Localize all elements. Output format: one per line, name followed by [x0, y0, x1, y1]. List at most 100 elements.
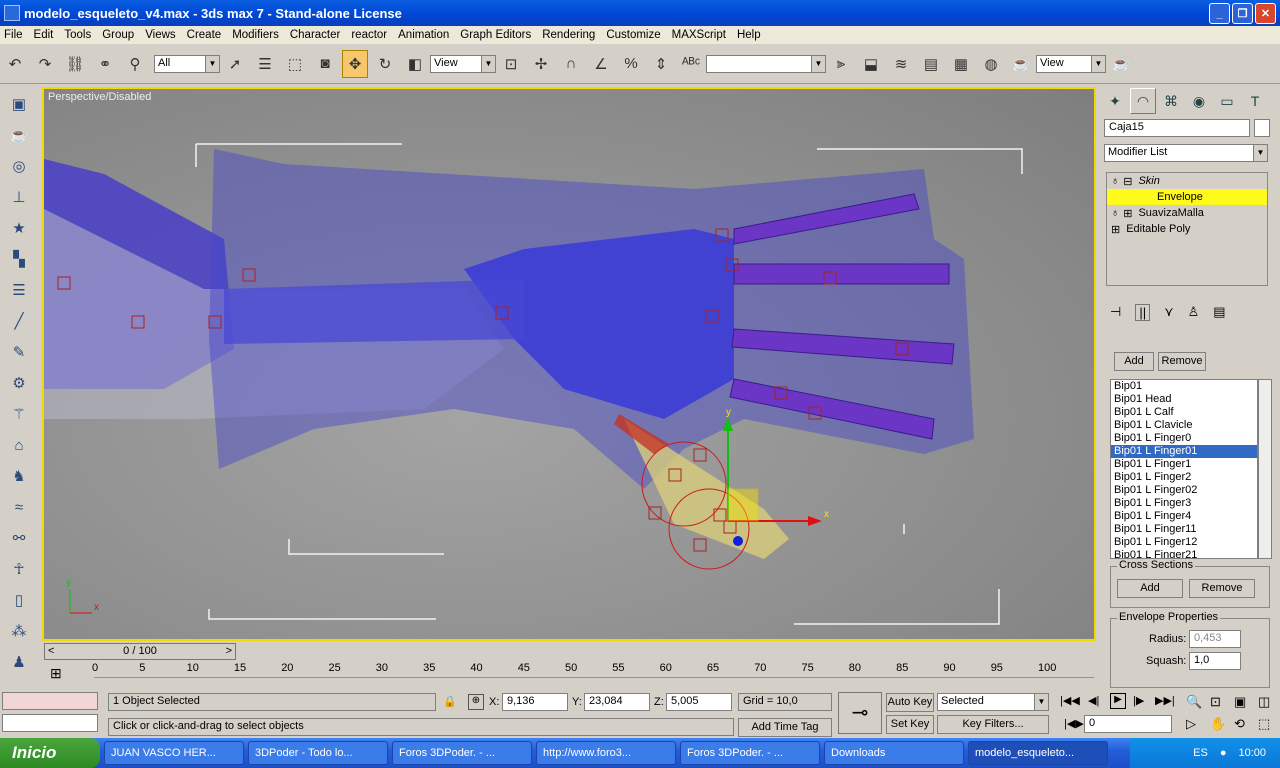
- key-filters-button[interactable]: Key Filters...: [937, 715, 1049, 734]
- close-button[interactable]: ✕: [1255, 3, 1276, 24]
- select-by-name-icon[interactable]: ☰: [252, 50, 278, 78]
- arc-rotate-icon[interactable]: ⟲: [1234, 716, 1245, 732]
- unlink-icon[interactable]: ⚭: [92, 50, 118, 78]
- menu-modifiers[interactable]: Modifiers: [232, 29, 279, 41]
- bone-list-item[interactable]: Bip01 L Clavicle: [1111, 419, 1257, 432]
- bones-icon[interactable]: ⚚: [6, 401, 32, 427]
- previous-frame-icon[interactable]: ◀|: [1088, 694, 1099, 707]
- auto-key-button[interactable]: Auto Key: [886, 693, 934, 712]
- bone-list-item[interactable]: Bip01 L Finger11: [1111, 523, 1257, 536]
- bone-list-item[interactable]: Bip01 L Finger21: [1111, 549, 1257, 558]
- squash-field[interactable]: 1,0: [1189, 652, 1241, 670]
- wrench-icon[interactable]: ✎: [6, 339, 32, 365]
- named-selection-sets-dropdown[interactable]: ▼: [706, 54, 826, 73]
- perspective-viewport[interactable]: Perspective/Disabled y x y x: [42, 87, 1096, 641]
- box-icon[interactable]: ▣: [6, 91, 32, 117]
- minimize-button[interactable]: _: [1209, 3, 1230, 24]
- start-button[interactable]: Inicio: [0, 738, 100, 768]
- menu-views[interactable]: Views: [145, 29, 175, 41]
- stack-item-editable-poly[interactable]: ⊞ Editable Poly: [1107, 221, 1267, 237]
- bone-list-item[interactable]: Bip01 L Finger12: [1111, 536, 1257, 549]
- bone-list-item[interactable]: Bip01 L Finger01: [1111, 445, 1257, 458]
- menu-animation[interactable]: Animation: [398, 29, 449, 41]
- menu-graph-editors[interactable]: Graph Editors: [460, 29, 531, 41]
- expand-icon[interactable]: ⊞: [1111, 223, 1120, 236]
- add-bone-button[interactable]: Add: [1114, 352, 1154, 371]
- make-unique-icon[interactable]: ⋎: [1164, 304, 1174, 321]
- window-crossing-icon[interactable]: ◙: [312, 50, 338, 78]
- select-object-icon[interactable]: ➚: [222, 50, 248, 78]
- bone-list-item[interactable]: Bip01 L Finger2: [1111, 471, 1257, 484]
- percent-snap-icon[interactable]: %: [618, 50, 644, 78]
- bone-list-item[interactable]: Bip01 L Finger02: [1111, 484, 1257, 497]
- figure-icon[interactable]: ♞: [6, 463, 32, 489]
- task-downloads[interactable]: Downloads: [824, 741, 964, 765]
- language-indicator[interactable]: ES: [1193, 747, 1208, 759]
- biped-icon[interactable]: ☥: [6, 556, 32, 582]
- coil-icon[interactable]: ☰: [6, 277, 32, 303]
- render-scene-icon[interactable]: ☕: [1008, 50, 1034, 78]
- selection-filter-dropdown[interactable]: All ▼: [154, 54, 220, 73]
- maxscript-listener-pink[interactable]: [2, 692, 98, 710]
- reference-coordinate-dropdown[interactable]: View ▼: [430, 54, 496, 73]
- mirror-icon[interactable]: ⫸: [828, 50, 854, 78]
- align-icon[interactable]: ⬓: [858, 50, 884, 78]
- task-juan-vasco[interactable]: JUAN VASCO HER...: [104, 741, 244, 765]
- wave-icon[interactable]: ≈: [6, 494, 32, 520]
- maximize-button[interactable]: ❐: [1232, 3, 1253, 24]
- key-mode-toggle-icon[interactable]: |◀▶: [1064, 717, 1084, 730]
- redo-icon[interactable]: ↷: [32, 50, 58, 78]
- angle-snap-icon[interactable]: ∠: [588, 50, 614, 78]
- link-icon[interactable]: ⛓: [62, 50, 88, 78]
- edit-named-selection-icon[interactable]: ᴬᴮᶜ: [678, 50, 704, 78]
- menu-group[interactable]: Group: [102, 29, 134, 41]
- set-key-button[interactable]: Set Key: [886, 715, 934, 734]
- person-icon[interactable]: ♟: [6, 649, 32, 675]
- bone-list-item[interactable]: Bip01 Head: [1111, 393, 1257, 406]
- stack-item-envelope[interactable]: Envelope: [1107, 189, 1267, 205]
- time-slider[interactable]: < 0 / 100 >: [44, 643, 236, 660]
- menu-help[interactable]: Help: [737, 29, 761, 41]
- menu-reactor[interactable]: reactor: [351, 29, 387, 41]
- bone-list-item[interactable]: Bip01 L Finger4: [1111, 510, 1257, 523]
- select-and-scale-icon[interactable]: ◧: [402, 50, 428, 78]
- material-editor-icon[interactable]: ◍: [978, 50, 1004, 78]
- bind-space-warp-icon[interactable]: ⚲: [122, 50, 148, 78]
- y-coordinate-field[interactable]: 23,084: [584, 693, 650, 711]
- key-icon[interactable]: ⊸: [838, 692, 882, 734]
- manipulate-icon[interactable]: ✢: [528, 50, 554, 78]
- particle-icon[interactable]: ⁂: [6, 618, 32, 644]
- hierarchy-tab-icon[interactable]: ⌘: [1158, 88, 1184, 114]
- stack-item-suavizamalla[interactable]: ♁ ⊞ SuavizaMalla: [1107, 205, 1267, 221]
- create-tab-icon[interactable]: ✦: [1102, 88, 1128, 114]
- menu-file[interactable]: File: [4, 29, 23, 41]
- zoom-all-icon[interactable]: ⊡: [1210, 694, 1221, 710]
- add-time-tag-button[interactable]: Add Time Tag: [738, 718, 832, 737]
- lightbulb-icon[interactable]: ♁: [1111, 207, 1119, 219]
- absolute-mode-icon[interactable]: ⊕: [468, 694, 484, 710]
- motion-tab-icon[interactable]: ◉: [1186, 88, 1212, 114]
- star-icon[interactable]: ★: [6, 215, 32, 241]
- object-color-swatch[interactable]: [1254, 119, 1270, 137]
- grid-icon[interactable]: ▚: [6, 246, 32, 272]
- scene-canvas[interactable]: [44, 89, 1094, 639]
- bone-list-scrollbar[interactable]: [1258, 379, 1272, 559]
- chain-icon[interactable]: ⚯: [6, 525, 32, 551]
- pin-stack-icon[interactable]: ⊣: [1110, 304, 1121, 321]
- snap-toggle-icon[interactable]: ∩: [558, 50, 584, 78]
- task-foros-3dpoder-1[interactable]: Foros 3DPoder. - ...: [392, 741, 532, 765]
- teapot-icon[interactable]: ☕: [6, 122, 32, 148]
- z-coordinate-field[interactable]: 5,005: [666, 693, 732, 711]
- select-and-rotate-icon[interactable]: ↻: [372, 50, 398, 78]
- x-coordinate-field[interactable]: 9,136: [502, 693, 568, 711]
- configure-sets-icon[interactable]: ▤: [1213, 304, 1225, 321]
- key-mode-dropdown[interactable]: Selected ▼: [937, 693, 1049, 711]
- show-end-result-icon[interactable]: ||: [1135, 304, 1151, 321]
- track-bar[interactable]: ⊞ 0 5 10 15 20 25 30 35 40 45 50 55 60 65 70 75 80 85 90 95…: [42, 661, 1096, 689]
- gear-icon[interactable]: ⚙: [6, 370, 32, 396]
- bone-list-item[interactable]: Bip01 L Calf: [1111, 406, 1257, 419]
- current-frame-field[interactable]: 0: [1084, 715, 1172, 733]
- bone-list[interactable]: Bip01 Bip01 Head Bip01 L Calf Bip01 L Clavi…: [1110, 379, 1258, 559]
- menu-maxscript[interactable]: MAXScript: [672, 29, 726, 41]
- sphere-icon[interactable]: ◎: [6, 153, 32, 179]
